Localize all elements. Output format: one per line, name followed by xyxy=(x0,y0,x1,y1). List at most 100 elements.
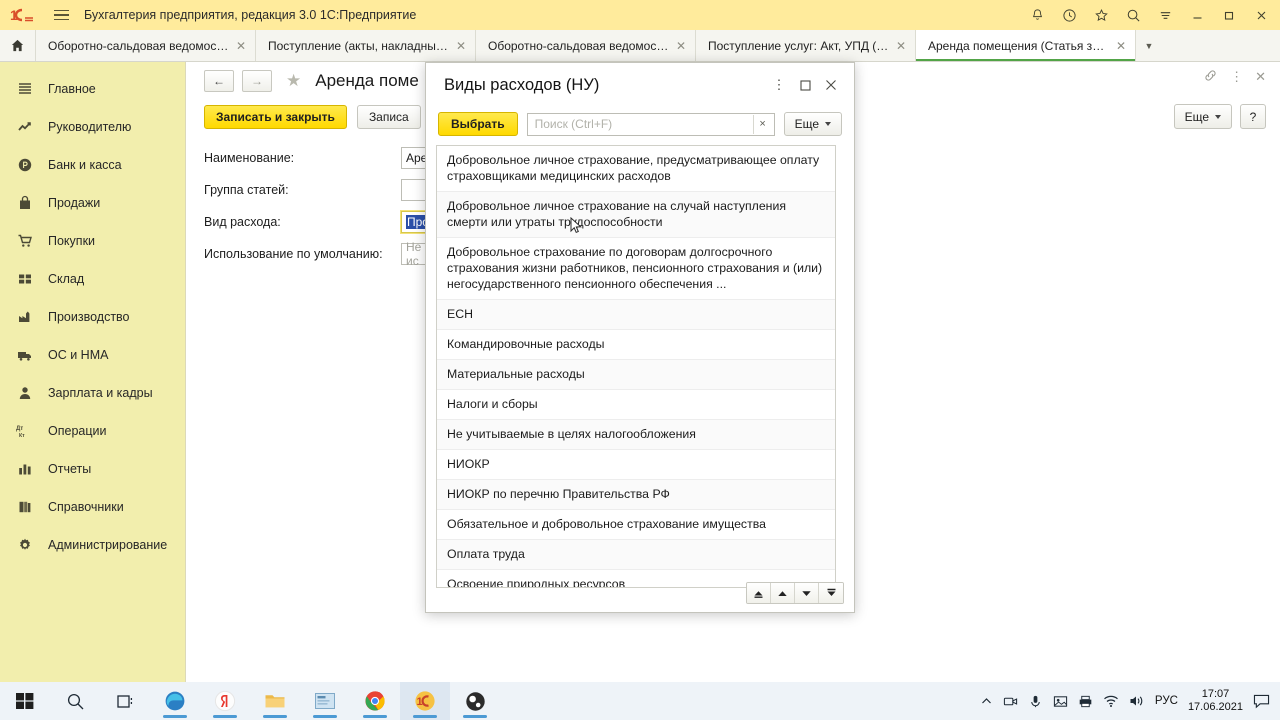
go-up-icon[interactable] xyxy=(771,583,795,603)
tab-close-icon[interactable]: ✕ xyxy=(676,39,686,53)
title-bar: 1 Бухгалтерия предприятия, редакция 3.0 … xyxy=(0,0,1280,30)
link-icon[interactable] xyxy=(1203,68,1218,86)
select-button[interactable]: Выбрать xyxy=(438,112,518,136)
wifi-icon[interactable] xyxy=(1103,694,1119,708)
kebab-menu-icon[interactable]: ⋮ xyxy=(1230,69,1243,85)
chevron-up-icon[interactable] xyxy=(980,695,993,708)
back-button[interactable]: ← xyxy=(204,70,234,92)
onec-button[interactable]: 1 xyxy=(400,682,450,720)
sidebar-item-zarplata-i-kadry[interactable]: Зарплата и кадры xyxy=(0,374,185,412)
grid-icon xyxy=(16,270,34,288)
save-and-close-button[interactable]: Записать и закрыть xyxy=(204,105,347,129)
restore-icon[interactable] xyxy=(1214,0,1244,30)
camera-icon[interactable] xyxy=(1003,694,1018,709)
explorer-button[interactable] xyxy=(250,682,300,720)
task-view-button[interactable] xyxy=(100,682,150,720)
list-item[interactable]: НИОКР xyxy=(437,450,835,480)
tab-close-icon[interactable]: ✕ xyxy=(896,39,906,53)
tab-postuplenie-uslug[interactable]: Поступление услуг: Акт, УПД (с... ✕ xyxy=(696,30,916,61)
close-icon[interactable] xyxy=(1246,0,1276,30)
sidebar-item-label: Банк и касса xyxy=(48,158,122,172)
list-item[interactable]: Обязательное и добровольное страхование … xyxy=(437,510,835,540)
sidebar-item-label: Руководителю xyxy=(48,120,132,134)
go-first-icon[interactable] xyxy=(747,583,771,603)
sidebar-item-administrirovanie[interactable]: Администрирование xyxy=(0,526,185,564)
volume-icon[interactable] xyxy=(1129,694,1145,708)
sidebar-item-proizvodstvo[interactable]: Производство xyxy=(0,298,185,336)
forward-arrow-icon: → xyxy=(251,74,263,88)
go-last-icon[interactable] xyxy=(819,583,843,603)
list-item[interactable]: Командировочные расходы xyxy=(437,330,835,360)
sidebar-item-rukovoditelyu[interactable]: Руководителю xyxy=(0,108,185,146)
forward-button[interactable]: → xyxy=(242,70,272,92)
help-button[interactable]: ? xyxy=(1240,104,1266,129)
mic-icon[interactable] xyxy=(1028,694,1043,709)
clock-date: 17.06.2021 xyxy=(1187,701,1243,713)
printer-icon[interactable] xyxy=(1078,694,1093,709)
go-down-icon[interactable] xyxy=(795,583,819,603)
menu-icon[interactable] xyxy=(1150,0,1180,30)
sidebar-item-os-i-nma[interactable]: ОС и НМА xyxy=(0,336,185,374)
search-input[interactable]: Поиск (Ctrl+F) × xyxy=(526,112,775,136)
edge-button[interactable] xyxy=(150,682,200,720)
list-item[interactable]: Материальные расходы xyxy=(437,360,835,390)
close-form-icon[interactable]: ✕ xyxy=(1255,69,1266,85)
star-icon[interactable] xyxy=(1086,0,1116,30)
sidebar-item-sklad[interactable]: Склад xyxy=(0,260,185,298)
tab-overflow-button[interactable]: ▼ xyxy=(1136,30,1162,61)
favorite-star-icon[interactable]: ★ xyxy=(286,71,301,91)
dialog-more-button[interactable]: Еще xyxy=(783,112,842,136)
close-icon[interactable] xyxy=(818,72,844,98)
tab-arenda-pomescheniya[interactable]: Аренда помещения (Статья зат... ✕ xyxy=(916,30,1136,61)
sidebar-item-bank-i-kassa[interactable]: Банк и касса xyxy=(0,146,185,184)
expense-types-list[interactable]: Добровольное личное страхование, предусм… xyxy=(436,145,836,588)
tab-oborotno-saldovaya-2[interactable]: Оборотно-сальдовая ведомост... ✕ xyxy=(476,30,696,61)
tab-close-icon[interactable]: ✕ xyxy=(456,39,466,53)
list-item[interactable]: Налоги и сборы xyxy=(437,390,835,420)
tab-close-icon[interactable]: ✕ xyxy=(236,39,246,53)
sidebar-item-otchety[interactable]: Отчеты xyxy=(0,450,185,488)
form-right-tools: Еще ? xyxy=(1173,104,1266,129)
search-icon[interactable] xyxy=(1118,0,1148,30)
maximize-icon[interactable] xyxy=(792,72,818,98)
clear-search-icon[interactable]: × xyxy=(752,114,772,134)
tab-bar: Оборотно-сальдовая ведомост... ✕ Поступл… xyxy=(0,30,1280,62)
clock[interactable]: 17:07 17.06.2021 xyxy=(1188,688,1243,714)
main-menu-button[interactable] xyxy=(48,9,74,21)
sidebar-item-glavnoe[interactable]: Главное xyxy=(0,70,185,108)
tab-oborotno-saldovaya-1[interactable]: Оборотно-сальдовая ведомост... ✕ xyxy=(36,30,256,61)
dt-kt-icon: Дт Кт xyxy=(16,422,34,440)
sidebar-item-operacii[interactable]: Дт Кт Операции xyxy=(0,412,185,450)
sidebar-item-label: Покупки xyxy=(48,234,96,248)
start-button[interactable] xyxy=(0,682,50,720)
sidebar-item-pokupki[interactable]: Покупки xyxy=(0,222,185,260)
list-item[interactable]: Оплата труда xyxy=(437,540,835,570)
save-button[interactable]: Записа xyxy=(356,105,421,129)
list-item[interactable]: НИОКР по перечню Правительства РФ xyxy=(437,480,835,510)
obs-button[interactable] xyxy=(450,682,500,720)
search-button[interactable] xyxy=(50,682,100,720)
kebab-menu-icon[interactable]: ⋮ xyxy=(766,72,792,98)
list-item[interactable]: Не учитываемые в целях налогообложения xyxy=(437,420,835,450)
tab-label: Оборотно-сальдовая ведомост... xyxy=(488,38,670,53)
list-item[interactable]: Добровольное личное страхование на случа… xyxy=(437,192,835,238)
sidebar-item-prodazhi[interactable]: Продажи xyxy=(0,184,185,222)
more-button[interactable]: Еще xyxy=(1173,104,1232,129)
tab-close-icon[interactable]: ✕ xyxy=(1116,39,1126,53)
list-item[interactable]: Добровольное личное страхование, предусм… xyxy=(437,146,835,192)
list-item[interactable]: ЕСН xyxy=(437,300,835,330)
history-icon[interactable] xyxy=(1054,0,1084,30)
language-indicator[interactable]: РУС xyxy=(1155,695,1178,707)
list-item[interactable]: Добровольное страхование по договорам до… xyxy=(437,238,835,300)
bell-icon[interactable] xyxy=(1022,0,1052,30)
home-button[interactable] xyxy=(0,30,36,61)
minimize-icon[interactable] xyxy=(1182,0,1212,30)
notification-icon[interactable] xyxy=(1253,694,1270,709)
chrome-button[interactable] xyxy=(350,682,400,720)
photo-icon[interactable] xyxy=(1053,694,1068,709)
sidebar-item-spravochniki[interactable]: Справочники xyxy=(0,488,185,526)
app-button[interactable] xyxy=(300,682,350,720)
tab-postuplenie-akty[interactable]: Поступление (акты, накладные,... ✕ xyxy=(256,30,476,61)
sidebar-item-label: Продажи xyxy=(48,196,101,210)
yandex-button[interactable] xyxy=(200,682,250,720)
